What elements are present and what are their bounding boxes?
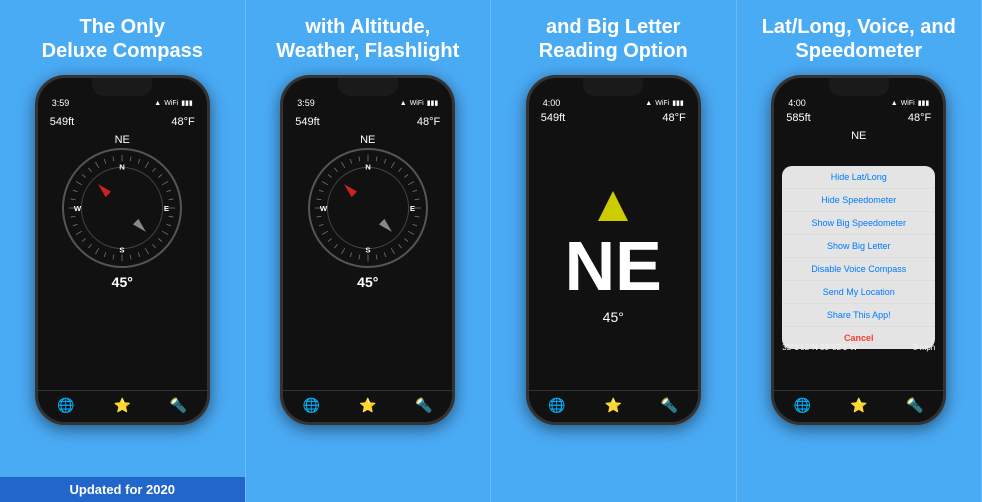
status-icons-2: ▲WiFi▮▮▮	[400, 99, 439, 107]
phone-3: 4:00 ▲WiFi▮▮▮ 549ft 48°F NE 45° 🌐 ⭐ 🔦	[526, 75, 701, 425]
panel-3: and Big LetterReading Option 4:00 ▲WiFi▮…	[491, 0, 737, 502]
status-time-2: 3:59	[297, 98, 315, 108]
menu-big-speed[interactable]: Show Big Speedometer	[782, 212, 935, 235]
notch-2	[338, 78, 398, 96]
menu-big-letter[interactable]: Show Big Letter	[782, 235, 935, 258]
big-letter-screen: NE 45°	[529, 126, 698, 390]
phone-1: 3:59 ▲WiFi▮▮▮ 549ft 48°F NE	[35, 75, 210, 425]
menu-disable-voice[interactable]: Disable Voice Compass	[782, 258, 935, 281]
altitude-temp-3: 549ft 48°F	[529, 110, 698, 126]
temp-3: 48°F	[662, 112, 685, 124]
star-icon-2[interactable]: ⭐	[359, 397, 376, 414]
flashlight-icon-2[interactable]: 🔦	[415, 397, 432, 414]
altitude-temp-4: 585ft 48°F	[774, 110, 943, 126]
panel-1-footer: Updated for 2020	[0, 477, 245, 502]
phone-2: 3:59 ▲WiFi▮▮▮ 549ft 48°F NE	[280, 75, 455, 425]
notch-4	[829, 78, 889, 96]
compass-1: N S E W	[62, 148, 182, 268]
panel-4-header: Lat/Long, Voice, andSpeedometer	[752, 0, 966, 75]
menu-hide-lat[interactable]: Hide Lat/Long	[782, 166, 935, 189]
screen-content-2: 549ft 48°F NE	[283, 110, 452, 390]
globe-icon-4[interactable]: 🌐	[794, 397, 811, 414]
phone-4: 4:00 ▲WiFi▮▮▮ 585ft 48°F NE Hide Lat/Lon…	[771, 75, 946, 425]
altitude-2: 549ft	[295, 116, 319, 128]
panel-1-header: The OnlyDeluxe Compass	[32, 0, 213, 75]
notch-3	[583, 78, 643, 96]
big-up-arrow	[598, 191, 628, 221]
star-icon-1[interactable]: ⭐	[114, 397, 131, 414]
status-icons-3: ▲WiFi▮▮▮	[645, 99, 684, 107]
svg-text:N: N	[119, 162, 125, 171]
compass-outer-2: N S E W	[308, 148, 428, 268]
altitude-1: 549ft	[50, 116, 74, 128]
menu-cancel[interactable]: Cancel	[782, 327, 935, 349]
screen-4: 4:00 ▲WiFi▮▮▮ 585ft 48°F NE Hide Lat/Lon…	[774, 78, 943, 422]
menu-hide-speed[interactable]: Hide Speedometer	[782, 189, 935, 212]
flashlight-icon-1[interactable]: 🔦	[170, 397, 187, 414]
svg-text:E: E	[410, 204, 415, 213]
screen-3: 4:00 ▲WiFi▮▮▮ 549ft 48°F NE 45° 🌐 ⭐ 🔦	[529, 78, 698, 422]
big-direction: NE	[565, 231, 662, 301]
status-time-4: 4:00	[788, 98, 806, 108]
toolbar-3: 🌐 ⭐ 🔦	[529, 390, 698, 422]
menu-share-app[interactable]: Share This App!	[782, 304, 935, 327]
panel-4: Lat/Long, Voice, andSpeedometer 4:00 ▲Wi…	[737, 0, 982, 502]
status-time-1: 3:59	[52, 98, 70, 108]
altitude-3: 549ft	[541, 112, 565, 124]
status-icons-4: ▲WiFi▮▮▮	[891, 99, 930, 107]
compass-direction-2: NE	[360, 134, 375, 146]
globe-icon-2[interactable]: 🌐	[303, 397, 320, 414]
star-icon-4[interactable]: ⭐	[850, 397, 867, 414]
panel-1: The OnlyDeluxe Compass 3:59 ▲WiFi▮▮▮ 549…	[0, 0, 246, 502]
screen-content-1: 549ft 48°F NE	[38, 110, 207, 390]
screen-1: 3:59 ▲WiFi▮▮▮ 549ft 48°F NE	[38, 78, 207, 422]
screen-2: 3:59 ▲WiFi▮▮▮ 549ft 48°F NE	[283, 78, 452, 422]
star-icon-3[interactable]: ⭐	[605, 397, 622, 414]
menu-send-location[interactable]: Send My Location	[782, 281, 935, 304]
altitude-4: 585ft	[786, 112, 810, 124]
screen-4-body: NE Hide Lat/Long Hide Speedometer Show B…	[774, 126, 943, 390]
degrees-1: 45°	[112, 274, 133, 290]
altitude-temp-2: 549ft 48°F	[283, 114, 452, 130]
compass-direction-4: NE	[851, 130, 866, 142]
svg-text:E: E	[164, 204, 169, 213]
temp-2: 48°F	[417, 116, 440, 128]
panel-2-header: with Altitude,Weather, Flashlight	[266, 0, 469, 75]
svg-text:W: W	[74, 204, 82, 213]
flashlight-icon-4[interactable]: 🔦	[906, 397, 923, 414]
status-icons-1: ▲WiFi▮▮▮	[154, 99, 193, 107]
svg-text:W: W	[320, 204, 328, 213]
panel-2: with Altitude,Weather, Flashlight 3:59 ▲…	[246, 0, 492, 502]
degrees-2: 45°	[357, 274, 378, 290]
compass-direction-1: NE	[115, 134, 130, 146]
flashlight-icon-3[interactable]: 🔦	[661, 397, 678, 414]
toolbar-2: 🌐 ⭐ 🔦	[283, 390, 452, 422]
temp-1: 48°F	[171, 116, 194, 128]
compass-outer-1: N S E W	[62, 148, 182, 268]
globe-icon-3[interactable]: 🌐	[548, 397, 565, 414]
panel-3-header: and Big LetterReading Option	[529, 0, 698, 75]
big-degrees: 45°	[603, 309, 624, 325]
svg-text:N: N	[365, 162, 371, 171]
temp-4: 48°F	[908, 112, 931, 124]
svg-text:S: S	[120, 245, 125, 254]
toolbar-1: 🌐 ⭐ 🔦	[38, 390, 207, 422]
status-time-3: 4:00	[543, 98, 561, 108]
compass-2: N S E W	[308, 148, 428, 268]
globe-icon-1[interactable]: 🌐	[57, 397, 74, 414]
context-menu: Hide Lat/Long Hide Speedometer Show Big …	[782, 166, 935, 349]
toolbar-4: 🌐 ⭐ 🔦	[774, 390, 943, 422]
altitude-temp-1: 549ft 48°F	[38, 114, 207, 130]
notch-1	[92, 78, 152, 96]
svg-text:S: S	[365, 245, 370, 254]
